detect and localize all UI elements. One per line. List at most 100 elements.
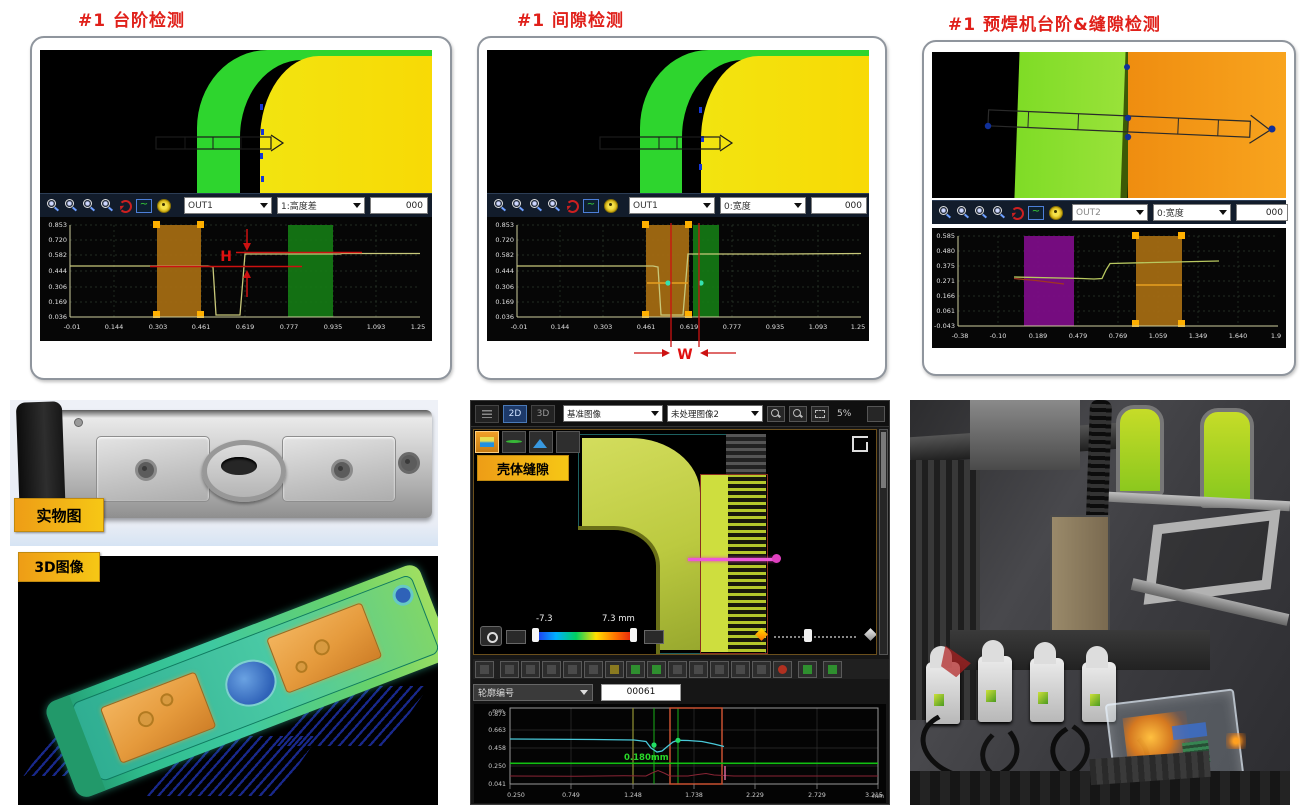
mode-select[interactable]: 1:高度差 <box>277 197 365 214</box>
zoom-out-icon[interactable] <box>789 406 807 422</box>
comb-stripes-gray <box>726 434 766 476</box>
toolbar-icon[interactable] <box>731 661 750 678</box>
profile-graph-icon[interactable]: ~ <box>1028 206 1044 220</box>
zoom-fit-icon[interactable] <box>992 206 1005 219</box>
rivet-3d <box>294 659 310 675</box>
roi-box-reference[interactable] <box>288 225 333 317</box>
value-field[interactable]: 000 <box>811 197 867 214</box>
zoom-in-icon[interactable] <box>493 199 506 212</box>
zoom-fit-icon[interactable] <box>811 406 829 422</box>
roi-box-measure[interactable] <box>1136 236 1182 326</box>
marker-diamond-gray[interactable] <box>864 628 877 641</box>
zoom-in-icon[interactable] <box>767 406 785 422</box>
value-field[interactable]: 000 <box>1236 204 1288 221</box>
scale-handle-min[interactable] <box>532 628 539 642</box>
settings-gear-icon[interactable] <box>604 199 618 213</box>
vertical-scrollbar[interactable] <box>879 429 888 655</box>
reset-view-icon[interactable] <box>1010 206 1023 219</box>
settings-gear-icon[interactable] <box>157 199 171 213</box>
svg-text:0.303: 0.303 <box>594 323 613 331</box>
zoom-in-icon[interactable] <box>46 199 59 212</box>
scale-reset-icon[interactable] <box>644 630 664 644</box>
output-select[interactable]: OUT1 <box>629 197 715 214</box>
toolbar-icon[interactable] <box>668 661 687 678</box>
toolbar-icon[interactable] <box>710 661 729 678</box>
zoom-fit-icon[interactable] <box>547 199 560 212</box>
profile-graph-icon[interactable]: ~ <box>136 199 152 213</box>
zoom-area-icon[interactable] <box>529 199 542 212</box>
profile-number-dropdown[interactable]: 轮廓编号 <box>473 684 593 701</box>
svg-text:0.144: 0.144 <box>105 323 124 331</box>
toolbar-icon[interactable] <box>475 661 494 678</box>
zoom-area-icon[interactable] <box>82 199 95 212</box>
tab-2d[interactable]: 2D <box>503 405 527 423</box>
toolbar-icon[interactable] <box>605 661 624 678</box>
profile-number-field[interactable]: 00061 <box>601 684 681 701</box>
profile-graph-icon[interactable]: ~ <box>583 199 599 213</box>
layout-menu-icon[interactable] <box>475 405 499 423</box>
tab-3d[interactable]: 3D <box>531 405 555 423</box>
svg-text:0.303: 0.303 <box>149 323 168 331</box>
rivet-3d <box>135 708 156 729</box>
measurement-roi-arrow[interactable] <box>980 104 1280 152</box>
svg-text:1.25: 1.25 <box>411 323 425 331</box>
roi-box-measure[interactable] <box>157 225 201 317</box>
profile-wave-icon[interactable] <box>502 431 526 453</box>
scrollbar-thumb[interactable] <box>881 432 886 488</box>
roi-box-measure[interactable] <box>646 225 689 317</box>
mode-select[interactable]: 0:宽度 <box>720 197 806 214</box>
toolbar-icon[interactable] <box>542 661 561 678</box>
display-settings-icon[interactable] <box>480 626 502 646</box>
report-icon[interactable] <box>823 661 842 678</box>
toolbar-icon[interactable] <box>626 661 645 678</box>
measurement-roi-arrow[interactable] <box>155 134 290 154</box>
svg-text:0.935: 0.935 <box>324 323 343 331</box>
svg-text:0.619: 0.619 <box>680 323 699 331</box>
toolbar-icon[interactable] <box>647 661 666 678</box>
zoom-fit-icon[interactable] <box>100 199 113 212</box>
reset-view-icon[interactable] <box>565 199 578 212</box>
roi-box-purple[interactable] <box>1024 236 1074 326</box>
toolbar-icon[interactable] <box>689 661 708 678</box>
chevron-down-icon <box>353 203 361 208</box>
base-image-dropdown[interactable]: 基准图像 <box>563 405 663 422</box>
toolbar-icon[interactable] <box>752 661 771 678</box>
zoom-out-icon[interactable] <box>956 206 969 219</box>
indicator-glow <box>1226 733 1246 749</box>
toolbar-icon[interactable] <box>521 661 540 678</box>
zoom-in-icon[interactable] <box>938 206 951 219</box>
height-color-scale <box>536 632 636 640</box>
x-axis-labels: -0.010.1440.3030.4610.6190.7770.9351.093… <box>511 323 866 331</box>
zoom-out-icon[interactable] <box>64 199 77 212</box>
mode-select[interactable]: 0:宽度 <box>1153 204 1231 221</box>
toolbar-icon[interactable] <box>563 661 582 678</box>
scale-handle-max[interactable] <box>630 628 637 642</box>
reset-view-icon[interactable] <box>118 199 131 212</box>
svg-text:0.663: 0.663 <box>488 727 506 734</box>
rotation-slider-handle[interactable] <box>804 629 812 642</box>
measurement-roi-arrow[interactable] <box>599 134 739 154</box>
scale-mode-icon[interactable] <box>506 630 526 644</box>
height-image-icon[interactable] <box>475 431 499 453</box>
settings-gear-icon[interactable] <box>1049 206 1063 220</box>
output-select[interactable]: OUT2 <box>1072 204 1148 221</box>
toolbar-icon[interactable] <box>500 661 519 678</box>
export-icon[interactable] <box>798 661 817 678</box>
record-icon[interactable] <box>773 661 792 678</box>
user-icon[interactable] <box>867 406 885 422</box>
circuit-board <box>1172 722 1207 740</box>
zoom-area-icon[interactable] <box>974 206 987 219</box>
zoom-out-icon[interactable] <box>511 199 524 212</box>
rotation-slider-track[interactable] <box>774 636 856 638</box>
value-field[interactable]: 000 <box>370 197 428 214</box>
blue-speck <box>699 107 702 113</box>
surface-view-icon[interactable] <box>529 431 553 453</box>
output-select[interactable]: OUT1 <box>184 197 272 214</box>
processed-image-dropdown[interactable]: 未处理图像2 <box>667 405 763 422</box>
roi-box-reference[interactable] <box>693 225 719 317</box>
picker-icon[interactable] <box>556 431 580 453</box>
svg-text:0.853: 0.853 <box>48 221 67 229</box>
toolbar-icon[interactable] <box>584 661 603 678</box>
safety-window-right <box>1200 408 1254 508</box>
svg-text:0.036: 0.036 <box>48 313 67 321</box>
